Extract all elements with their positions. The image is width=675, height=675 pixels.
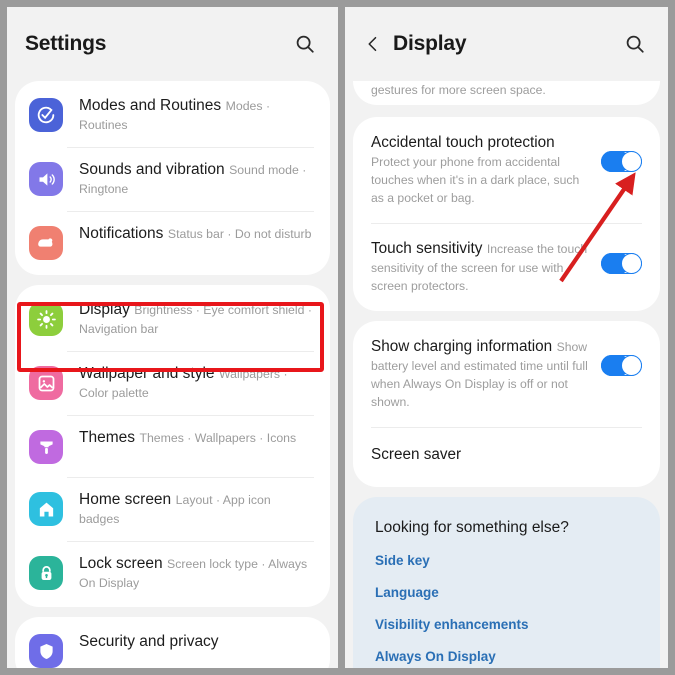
toggle-thumb [621,150,643,172]
list-item-title: Themes [79,429,135,446]
list-item-title: Notifications [79,225,164,242]
sidebar-item-wallpaper-and-style[interactable]: Wallpaper and style Wallpapers · Color p… [15,351,330,415]
list-item-title: Wallpaper and style [79,365,215,382]
list-item-text: Home screen Layout · App icon badges [79,490,314,528]
preference-text: Accidental touch protection Protect your… [371,133,601,207]
display-settings-scroll[interactable]: gestures for more screen space. Accident… [345,81,668,668]
sidebar-item-themes[interactable]: Themes Themes · Wallpapers · Icons [15,415,330,477]
lock-screen-icon [29,556,63,590]
settings-screen: Settings Modes and Routines Modes · Rout… [7,7,338,668]
toggle-thumb [621,354,643,376]
sidebar-item-sounds-and-vibration[interactable]: Sounds and vibration Sound mode · Ringto… [15,147,330,211]
themes-icon [29,430,63,464]
toggle-accidental-touch-protection[interactable] [600,150,643,172]
modes-routines-icon [29,98,63,132]
list-item-text: Notifications Status bar · Do not distur… [79,224,314,244]
list-item-title: Modes and Routines [79,97,222,114]
list-item-subtitle: Status bar · Do not disturb [167,227,312,241]
link-visibility-enhancements[interactable]: Visibility enhancements [375,617,638,632]
partial-description-card: gestures for more screen space. [353,81,660,105]
settings-group-3: Security and privacy [15,617,330,668]
settings-group-2: Display Brightness · Eye comfort shield … [15,285,330,607]
partial-description-text: gestures for more screen space. [371,83,546,97]
preference-card-2: Show charging information Show battery l… [353,321,660,487]
list-item-text: Wallpaper and style Wallpapers · Color p… [79,364,314,402]
list-item-text: Sounds and vibration Sound mode · Ringto… [79,160,314,198]
preference-accidental-touch-protection[interactable]: Accidental touch protection Protect your… [353,117,660,223]
list-item-text: Lock screen Screen lock type · Always On… [79,554,314,592]
sidebar-item-notifications[interactable]: Notifications Status bar · Do not distur… [15,211,330,273]
home-screen-icon [29,492,63,526]
preference-text: Touch sensitivity Increase the touch sen… [371,239,601,295]
looking-for-something-else-card: Looking for something else? Side key Lan… [353,497,660,668]
wallpaper-icon [29,366,63,400]
list-item-text: Themes Themes · Wallpapers · Icons [79,428,314,448]
toggle-touch-sensitivity[interactable] [600,252,643,274]
link-always-on-display[interactable]: Always On Display [375,649,638,664]
list-item-text: Modes and Routines Modes · Routines [79,96,314,134]
list-item-title: Sounds and vibration [79,161,225,178]
preference-card-1: Accidental touch protection Protect your… [353,117,660,311]
sidebar-item-home-screen[interactable]: Home screen Layout · App icon badges [15,477,330,541]
preference-touch-sensitivity[interactable]: Touch sensitivity Increase the touch sen… [353,223,660,311]
preference-description: Protect your phone from accidental touch… [371,155,580,205]
toggle-show-charging-information[interactable] [600,354,643,376]
preference-title: Touch sensitivity [371,240,483,257]
search-icon[interactable] [290,29,320,59]
settings-header: Settings [7,7,338,81]
preference-text: Screen saver [371,445,642,465]
preference-title: Screen saver [371,446,462,463]
security-privacy-icon [29,634,63,668]
sidebar-item-security-and-privacy[interactable]: Security and privacy [15,619,330,668]
link-side-key[interactable]: Side key [375,553,638,568]
sidebar-item-lock-screen[interactable]: Lock screen Screen lock type · Always On… [15,541,330,605]
page-title: Settings [25,32,107,55]
list-item-title: Home screen [79,491,172,508]
preference-show-charging-information[interactable]: Show charging information Show battery l… [353,321,660,427]
page-title: Display [393,32,467,55]
dual-screenshot-composite: Settings Modes and Routines Modes · Rout… [0,0,675,675]
display-icon [29,302,63,336]
link-language[interactable]: Language [375,585,638,600]
settings-list-scroll[interactable]: Modes and Routines Modes · Routines Soun [7,81,338,668]
list-item-title: Lock screen [79,555,163,572]
sidebar-item-display[interactable]: Display Brightness · Eye comfort shield … [15,287,330,351]
list-item-text: Security and privacy [79,632,314,652]
list-item-title: Display [79,301,130,318]
search-icon[interactable] [620,29,650,59]
list-item-text: Display Brightness · Eye comfort shield … [79,300,314,338]
sidebar-item-modes-and-routines[interactable]: Modes and Routines Modes · Routines [15,83,330,147]
toggle-thumb [621,252,643,274]
preference-title: Show charging information [371,338,553,355]
panel-divider [338,0,345,675]
settings-group-1: Modes and Routines Modes · Routines Soun [15,81,330,275]
looking-for-title: Looking for something else? [375,519,569,536]
preference-screen-saver[interactable]: Screen saver [353,427,660,487]
sound-icon [29,162,63,196]
notifications-icon [29,226,63,260]
preference-text: Show charging information Show battery l… [371,337,601,411]
back-chevron-icon[interactable] [363,29,389,59]
list-item-title: Security and privacy [79,633,219,650]
display-settings-screen: Display gestures for more screen space. … [345,7,668,668]
display-header: Display [345,7,668,81]
preference-title: Accidental touch protection [371,134,555,151]
list-item-subtitle: Themes · Wallpapers · Icons [139,431,297,445]
